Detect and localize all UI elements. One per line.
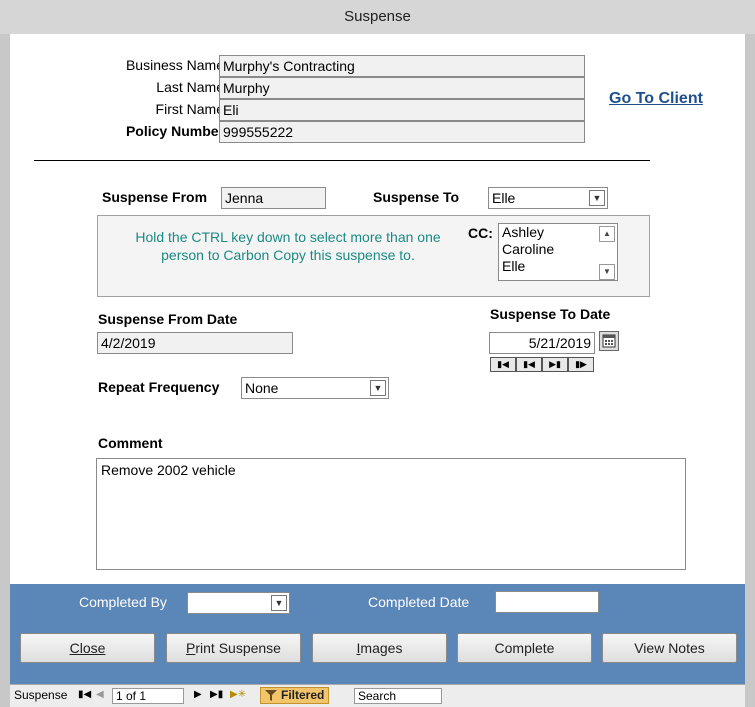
suspense-from-date-label: Suspense From Date <box>98 311 238 327</box>
scroll-down-icon[interactable]: ▼ <box>599 264 615 280</box>
close-button-label: Close <box>69 640 106 656</box>
first-name-label: First Name <box>155 101 224 117</box>
go-to-client-link[interactable]: Go To Client <box>609 90 703 108</box>
close-button[interactable]: Close <box>20 633 155 663</box>
cc-label: CC: <box>468 225 493 241</box>
record-label: Suspense <box>14 688 68 702</box>
repeat-frequency-select[interactable]: None ▼ <box>241 377 389 399</box>
print-access-key: P <box>186 640 196 656</box>
completed-date-label: Completed Date <box>368 594 470 610</box>
record-navigation-bar: Suspense ▮◀ ◀ 1 of 1 ▶ ▶▮ ▶✳ Filtered Se… <box>10 684 745 707</box>
new-record-icon[interactable]: ▶✳ <box>230 685 246 705</box>
view-notes-button[interactable]: View Notes <box>602 633 737 663</box>
filter-status-button[interactable]: Filtered <box>260 687 330 704</box>
suspense-from-date-field[interactable]: 4/2/2019 <box>97 332 293 354</box>
divider <box>34 160 650 161</box>
chevron-down-icon[interactable]: ▼ <box>370 380 386 396</box>
first-name-field[interactable]: Eli <box>219 99 585 121</box>
prev-month-icon[interactable]: ▮◀ <box>516 357 542 372</box>
calendar-icon[interactable] <box>599 331 619 351</box>
next-month-icon[interactable]: ▶▮ <box>542 357 568 372</box>
chevron-down-icon[interactable]: ▼ <box>271 595 287 611</box>
policy-number-field[interactable]: 999555222 <box>219 121 585 143</box>
comment-label: Comment <box>98 435 163 451</box>
print-suspense-button[interactable]: Print Suspense <box>166 633 301 663</box>
suspense-to-value: Elle <box>492 190 516 206</box>
next-record-icon[interactable]: ▶ <box>194 685 202 705</box>
search-box[interactable]: Search <box>354 688 442 704</box>
suspense-to-label: Suspense To <box>373 189 460 205</box>
first-record-icon[interactable]: ▮◀ <box>78 685 91 705</box>
last-name-label: Last Name <box>156 79 224 95</box>
comment-textarea[interactable]: Remove 2002 vehicle <box>96 458 686 570</box>
record-position-field[interactable]: 1 of 1 <box>112 688 184 704</box>
suspense-to-date-field[interactable]: 5/21/2019 <box>489 332 595 354</box>
last-name-field[interactable]: Murphy <box>219 77 585 99</box>
form-footer: Completed By ▼ Completed Date Close Prin… <box>10 584 745 684</box>
last-record-icon[interactable]: ▶▮ <box>210 685 223 705</box>
images-button[interactable]: Images <box>312 633 447 663</box>
policy-number-label: Policy Number <box>125 123 224 139</box>
last-month-icon[interactable]: ▮▶ <box>568 357 594 372</box>
repeat-frequency-label: Repeat Frequency <box>98 379 220 395</box>
previous-record-icon[interactable]: ◀ <box>96 685 104 705</box>
print-button-label: rint Suspense <box>195 640 281 656</box>
suspense-from-field[interactable]: Jenna <box>221 187 326 209</box>
window-title: Suspense <box>0 0 755 34</box>
cc-instructions: Hold the CTRL key down to select more th… <box>135 229 441 263</box>
business-name-label: Business Name <box>125 57 224 73</box>
search-placeholder: Search <box>358 689 397 703</box>
cc-panel: Hold the CTRL key down to select more th… <box>97 215 650 297</box>
filter-status-label: Filtered <box>281 688 325 702</box>
first-month-icon[interactable]: ▮◀ <box>490 357 516 372</box>
cc-scrollbar[interactable]: ▲ ▼ <box>599 226 615 280</box>
suspense-from-label: Suspense From <box>102 189 208 205</box>
scroll-up-icon[interactable]: ▲ <box>599 226 615 242</box>
suspense-form: Business Name Murphy's Contracting Last … <box>10 34 745 584</box>
filter-icon <box>265 690 277 701</box>
complete-button[interactable]: Complete <box>457 633 592 663</box>
completed-by-select[interactable]: ▼ <box>187 592 290 614</box>
suspense-to-date-label: Suspense To Date <box>490 306 611 322</box>
cc-listbox[interactable]: Ashley Caroline Elle ▲ ▼ <box>498 223 618 281</box>
repeat-frequency-value: None <box>245 380 279 396</box>
business-name-field[interactable]: Murphy's Contracting <box>219 55 585 77</box>
chevron-down-icon[interactable]: ▼ <box>589 190 605 206</box>
images-button-label: mages <box>360 640 403 656</box>
suspense-to-select[interactable]: Elle ▼ <box>488 187 608 209</box>
completed-by-label: Completed By <box>79 594 167 610</box>
completed-date-field[interactable] <box>495 591 599 613</box>
